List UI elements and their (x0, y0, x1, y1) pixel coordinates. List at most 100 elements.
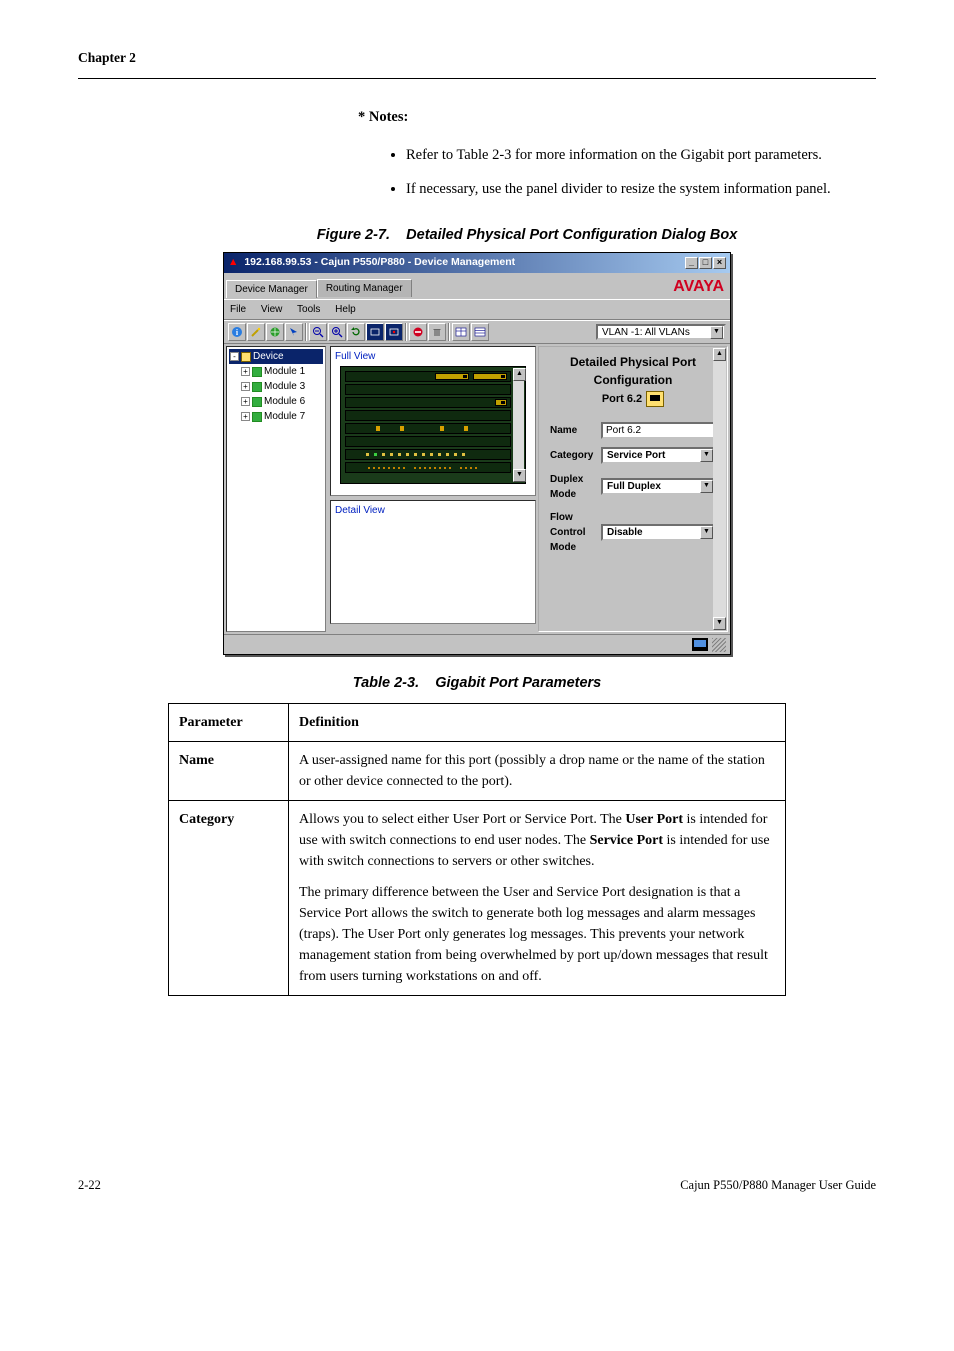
table-title: Gigabit Port Parameters (435, 675, 601, 691)
expand-icon[interactable]: + (241, 367, 250, 376)
panel-scrollbar[interactable]: ▲ ▼ (713, 348, 726, 630)
device-tree[interactable]: -Device +Module 1 +Module 3 +Module 6 +M… (226, 346, 326, 632)
scroll-up-icon[interactable]: ▲ (513, 368, 526, 381)
footer-title: Cajun P550/P880 Manager User Guide (680, 1176, 876, 1195)
resize-grip[interactable] (712, 638, 726, 652)
figure-number: Figure 2-7. (317, 227, 390, 243)
tree-module-1[interactable]: +Module 1 (229, 364, 323, 379)
status-bar (224, 634, 730, 654)
chevron-down-icon: ▼ (700, 526, 713, 539)
table-caption: Table 2-3. Gigabit Port Parameters (78, 673, 876, 695)
module-icon (252, 367, 262, 377)
menu-help[interactable]: Help (335, 304, 356, 315)
module-icon (252, 412, 262, 422)
minimize-button[interactable]: _ (685, 257, 698, 269)
chevron-down-icon: ▼ (700, 449, 713, 462)
field-label-duplex: Duplex Mode (547, 468, 598, 506)
notes-heading: * Notes: (358, 107, 876, 129)
notes-list: Refer to Table 2-3 for more information … (406, 145, 856, 201)
parameter-table: Parameter Definition Name A user-assigne… (168, 703, 786, 996)
figure-caption: Figure 2-7. Detailed Physical Port Confi… (178, 225, 876, 247)
chevron-down-icon: ▼ (710, 326, 723, 339)
toolbar-zoom-out-icon[interactable] (309, 323, 327, 341)
scroll-down-icon[interactable]: ▼ (513, 469, 526, 482)
maximize-button[interactable]: □ (699, 257, 712, 269)
panel-title: Detailed Physical Port Configuration (547, 353, 719, 389)
app-logo-icon: ▲ (228, 256, 238, 268)
chassis-scrollbar[interactable]: ▲ ▼ (513, 368, 524, 482)
close-button[interactable]: × (713, 257, 726, 269)
port-icon (646, 391, 664, 407)
field-label-name: Name (547, 418, 598, 443)
toolbar-table2-icon[interactable] (471, 323, 489, 341)
collapse-icon[interactable]: - (230, 352, 239, 361)
tree-module-7[interactable]: +Module 7 (229, 409, 323, 424)
brand-logo: AVAYA (673, 275, 724, 299)
chevron-down-icon: ▼ (700, 480, 713, 493)
mode-tabbar: Device Manager Routing Manager (226, 277, 412, 297)
detail-view-label: Detail View (335, 503, 533, 518)
expand-icon[interactable]: + (241, 382, 250, 391)
field-label-category: Category (547, 443, 598, 468)
detail-view-panel[interactable]: Detail View (330, 500, 536, 624)
note-item: If necessary, use the panel divider to r… (406, 179, 856, 201)
chassis-graphic[interactable]: ▲ ▼ (340, 366, 526, 484)
table-number: Table 2-3. (353, 675, 419, 691)
table-row: Category Allows you to select either Use… (169, 800, 786, 995)
toolbar-zoom-in-icon[interactable] (328, 323, 346, 341)
toolbar: i VLAN -1: All VLANs ▼ (224, 320, 730, 344)
toolbar-trash-icon[interactable] (428, 323, 446, 341)
tree-root[interactable]: -Device (229, 349, 323, 364)
tree-module-3[interactable]: +Module 3 (229, 379, 323, 394)
device-icon (241, 352, 251, 362)
port-config-panel: ▲ ▼ Detailed Physical Port Configuration… (538, 346, 728, 632)
scroll-down-icon[interactable]: ▼ (713, 617, 726, 630)
screenshot-window: ▲ 192.168.99.53 - Cajun P550/P880 - Devi… (223, 252, 731, 655)
menu-file[interactable]: File (230, 304, 246, 315)
def-name: A user-assigned name for this port (poss… (289, 741, 786, 800)
param-category: Category (169, 800, 289, 995)
col-definition: Definition (289, 703, 786, 741)
duplex-select[interactable]: Full Duplex▼ (601, 478, 716, 495)
module-icon (252, 382, 262, 392)
category-select[interactable]: Service Port▼ (601, 447, 716, 464)
chapter-header: Chapter 2 (78, 48, 876, 68)
window-title: ▲ 192.168.99.53 - Cajun P550/P880 - Devi… (228, 255, 515, 271)
table-header-row: Parameter Definition (169, 703, 786, 741)
menu-tools[interactable]: Tools (297, 304, 320, 315)
col-parameter: Parameter (169, 703, 289, 741)
expand-icon[interactable]: + (241, 397, 250, 406)
name-field[interactable]: Port 6.2 (601, 422, 716, 439)
menu-view[interactable]: View (261, 304, 283, 315)
toolbar-dark-icon[interactable] (366, 323, 384, 341)
vlan-selector[interactable]: VLAN -1: All VLANs ▼ (596, 324, 726, 340)
divider (78, 78, 876, 79)
tab-routing-manager[interactable]: Routing Manager (317, 279, 412, 297)
table-row: Name A user-assigned name for this port … (169, 741, 786, 800)
page-footer: 2-22 Cajun P550/P880 Manager User Guide (78, 1176, 876, 1195)
scroll-up-icon[interactable]: ▲ (713, 348, 726, 361)
page-number: 2-22 (78, 1176, 101, 1195)
toolbar-dark-dot-icon[interactable] (385, 323, 403, 341)
menubar: File View Tools Help (224, 299, 730, 320)
tab-device-manager[interactable]: Device Manager (226, 280, 317, 298)
port-label-line: Port 6.2 (547, 391, 719, 408)
module-icon (252, 397, 262, 407)
toolbar-info-icon[interactable]: i (228, 323, 246, 341)
def-category: Allows you to select either User Port or… (289, 800, 786, 995)
figure-title: Detailed Physical Port Configuration Dia… (406, 227, 737, 243)
tree-module-6[interactable]: +Module 6 (229, 394, 323, 409)
window-titlebar[interactable]: ▲ 192.168.99.53 - Cajun P550/P880 - Devi… (224, 253, 730, 273)
full-view-panel[interactable]: Full View (330, 346, 536, 496)
full-view-label: Full View (335, 349, 533, 364)
toolbar-arrow-icon[interactable] (285, 323, 303, 341)
center-column: Full View (328, 344, 538, 634)
toolbar-refresh-icon[interactable] (347, 323, 365, 341)
toolbar-wand-icon[interactable] (247, 323, 265, 341)
toolbar-globe-icon[interactable] (266, 323, 284, 341)
expand-icon[interactable]: + (241, 412, 250, 421)
toolbar-minus-circle-icon[interactable] (409, 323, 427, 341)
toolbar-table-icon[interactable] (452, 323, 470, 341)
status-monitor-icon (692, 638, 708, 651)
flow-select[interactable]: Disable▼ (601, 524, 716, 541)
